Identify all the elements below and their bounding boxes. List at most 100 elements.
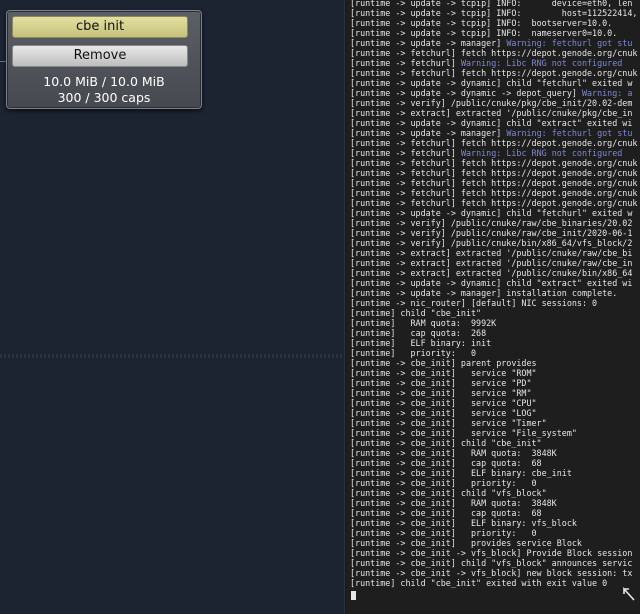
log-line: [runtime -> fetchurl] fetch https://depo…	[350, 68, 637, 78]
log-line-prefix: [runtime -> verify] /public/cnuke/raw/cb…	[350, 228, 633, 238]
log-line: [runtime -> fetchurl] fetch https://depo…	[350, 48, 637, 58]
log-line-prefix: [runtime -> fetchurl] fetch https://depo…	[350, 188, 638, 198]
text-cursor	[351, 591, 356, 600]
component-panel: cbe init Remove 10.0 MiB / 10.0 MiB 300 …	[6, 10, 202, 109]
log-line: [runtime -> verify] /public/cnuke/raw/cb…	[350, 228, 637, 238]
log-line-prefix: [runtime -> cbe_init] service "PD"	[350, 378, 532, 388]
log-line-prefix: [runtime -> verify] /public/cnuke/bin/x8…	[350, 238, 633, 248]
log-line-prefix: [runtime] ELF binary: init	[350, 338, 492, 348]
log-line-prefix: [runtime -> fetchurl] fetch https://depo…	[350, 48, 638, 58]
log-line-prefix: [runtime -> cbe_init] service "Timer"	[350, 418, 547, 428]
log-line-prefix: [runtime -> update -> dynamic] child "fe…	[350, 78, 633, 88]
log-line: [runtime -> cbe_init] child "vfs_block"	[350, 488, 637, 498]
log-line: [runtime -> verify] /public/cnuke/pkg/cb…	[350, 98, 637, 108]
log-line-prefix: [runtime -> extract] extracted '/public/…	[350, 258, 633, 268]
log-line: [runtime -> update -> manager] installat…	[350, 288, 637, 298]
log-line: [runtime -> fetchurl] Warning: Libc RNG …	[350, 148, 637, 158]
log-line: [runtime -> update -> manager] Warning: …	[350, 128, 637, 138]
log-line: [runtime -> cbe_init] child "cbe_init"	[350, 438, 637, 448]
log-line-prefix: [runtime -> fetchurl] fetch https://depo…	[350, 138, 638, 148]
log-line: [runtime -> update -> dynamic -> depot_q…	[350, 88, 637, 98]
log-line-prefix: [runtime -> cbe_init] cap quota: 68	[350, 508, 542, 518]
caps-usage: 300 / 300 caps	[57, 90, 151, 105]
log-line: [runtime -> fetchurl] fetch https://depo…	[350, 168, 637, 178]
log-line: [runtime -> cbe_init] parent provides	[350, 358, 637, 368]
remove-button[interactable]: Remove	[12, 45, 188, 67]
log-line: [runtime -> cbe_init] service "PD"	[350, 378, 637, 388]
ram-usage: 10.0 MiB / 10.0 MiB	[43, 74, 165, 89]
log-line-prefix: [runtime -> fetchurl] fetch https://depo…	[350, 158, 638, 168]
log-line: [runtime -> extract] extracted '/public/…	[350, 248, 637, 258]
log-line: [runtime -> cbe_init] priority: 0	[350, 528, 637, 538]
log-line: [runtime -> cbe_init] ELF binary: vfs_bl…	[350, 518, 637, 528]
log-line: [runtime] cap quota: 268	[350, 328, 637, 338]
log-line-prefix: [runtime -> nic_router] [default] NIC se…	[350, 298, 598, 308]
log-line-prefix: [runtime] cap quota: 268	[350, 328, 487, 338]
log-line: [runtime -> cbe_init] service "ROM"	[350, 368, 637, 378]
log-line-prefix: [runtime -> update -> manager]	[350, 38, 502, 48]
log-line: [runtime -> update -> dynamic] child "ex…	[350, 118, 637, 128]
log-line: [runtime -> cbe_init] cap quota: 68	[350, 458, 637, 468]
log-line-text: nameserver0=10.0.	[521, 28, 618, 38]
log-line: [runtime -> fetchurl] fetch https://depo…	[350, 158, 637, 168]
log-line: [runtime] child "cbe_init"	[350, 308, 637, 318]
log-line-prefix: [runtime -> fetchurl] fetch https://depo…	[350, 168, 638, 178]
log-line-warning: Warning: a	[581, 88, 633, 98]
log-line: [runtime] priority: 0	[350, 348, 637, 358]
log-line-prefix: [runtime -> cbe_init] service "LOG"	[350, 408, 537, 418]
log-line-prefix: [runtime -> update -> manager]	[350, 128, 502, 138]
log-line: [runtime -> cbe_init] ELF binary: cbe_in…	[350, 468, 637, 478]
log-line-text: host=112522414,	[521, 8, 638, 18]
log-line: [runtime] ELF binary: init	[350, 338, 637, 348]
log-line-prefix: [runtime -> cbe_init] service "ROM"	[350, 368, 537, 378]
log-line: [runtime -> cbe_init] service "File_syst…	[350, 428, 637, 438]
log-line-prefix: [runtime -> update -> tcpip] INFO:	[350, 28, 522, 38]
log-line-prefix: [runtime -> cbe_init] child "vfs_block" …	[350, 558, 633, 568]
log-line: [runtime -> update -> tcpip] INFO: host=…	[350, 8, 637, 18]
log-line: [runtime -> extract] extracted '/public/…	[350, 258, 637, 268]
log-line-prefix: [runtime -> verify] /public/cnuke/pkg/cb…	[350, 98, 633, 108]
log-line: [runtime] child "cbe_init" exited with e…	[350, 578, 637, 588]
log-line-prefix: [runtime -> fetchurl]	[350, 148, 456, 158]
log-line-prefix: [runtime -> cbe_init] child "vfs_block"	[350, 488, 547, 498]
log-line-prefix: [runtime -> update -> dynamic] child "ex…	[350, 278, 633, 288]
log-line-prefix: [runtime -> cbe_init] ELF binary: vfs_bl…	[350, 518, 577, 528]
log-line: [runtime -> update -> tcpip] INFO: devic…	[350, 0, 637, 8]
log-line-prefix: [runtime -> verify] /public/cnuke/raw/cb…	[350, 218, 633, 228]
log-line-prefix: [runtime -> fetchurl] fetch https://depo…	[350, 178, 638, 188]
log-line-prefix: [runtime -> fetchurl]	[350, 58, 456, 68]
log-line-prefix: [runtime] child "cbe_init"	[350, 308, 482, 318]
log-line-prefix: [runtime -> update -> dynamic] child "ex…	[350, 118, 633, 128]
log-line: [runtime -> cbe_init] service "LOG"	[350, 408, 637, 418]
log-line: [runtime -> cbe_init] priority: 0	[350, 478, 637, 488]
log-view[interactable]: [runtime -> update -> tcpip] INFO: devic…	[346, 0, 640, 614]
log-line: [runtime -> update -> dynamic] child "ex…	[350, 278, 637, 288]
log-line: [runtime -> cbe_init] RAM quota: 3848K	[350, 498, 637, 508]
log-line-prefix: [runtime -> cbe_init -> vfs_block] new b…	[350, 568, 633, 578]
log-line: [runtime -> cbe_init] provides service B…	[350, 538, 637, 548]
log-line-prefix: [runtime -> cbe_init] RAM quota: 3848K	[350, 448, 557, 458]
log-line: [runtime -> fetchurl] fetch https://depo…	[350, 178, 637, 188]
log-line: [runtime -> fetchurl] Warning: Libc RNG …	[350, 58, 637, 68]
log-line-prefix: [runtime] child "cbe_init" exited with e…	[350, 578, 608, 588]
log-line-prefix: [runtime -> update -> dynamic -> depot_q…	[350, 88, 577, 98]
log-line-prefix: [runtime -> cbe_init] RAM quota: 3848K	[350, 498, 557, 508]
log-line-prefix: [runtime -> extract] extracted '/public/…	[350, 108, 633, 118]
log-line-prefix: [runtime -> update -> tcpip] INFO:	[350, 18, 522, 28]
log-line: [runtime -> cbe_init] service "CPU"	[350, 398, 637, 408]
log-line: [runtime -> fetchurl] fetch https://depo…	[350, 138, 637, 148]
log-line: [runtime -> extract] extracted '/public/…	[350, 268, 637, 278]
log-line: [runtime -> update -> dynamic] child "fe…	[350, 208, 637, 218]
component-name-button[interactable]: cbe init	[12, 16, 188, 38]
log-line: [runtime -> update -> tcpip] INFO: names…	[350, 28, 637, 38]
log-line-prefix: [runtime -> cbe_init -> vfs_block] Provi…	[350, 548, 633, 558]
log-line: [runtime -> cbe_init] service "Timer"	[350, 418, 637, 428]
log-line-prefix: [runtime -> cbe_init] priority: 0	[350, 528, 537, 538]
log-line-warning: Warning: fetchurl got stu	[506, 128, 633, 138]
log-line-prefix: [runtime -> cbe_init] parent provides	[350, 358, 537, 368]
log-line-prefix: [runtime -> cbe_init] service "CPU"	[350, 398, 537, 408]
log-line: [runtime -> cbe_init -> vfs_block] Provi…	[350, 548, 637, 558]
log-line-prefix: [runtime -> extract] extracted '/public/…	[350, 268, 633, 278]
log-line: [runtime -> cbe_init] RAM quota: 3848K	[350, 448, 637, 458]
log-line: [runtime -> verify] /public/cnuke/raw/cb…	[350, 218, 637, 228]
